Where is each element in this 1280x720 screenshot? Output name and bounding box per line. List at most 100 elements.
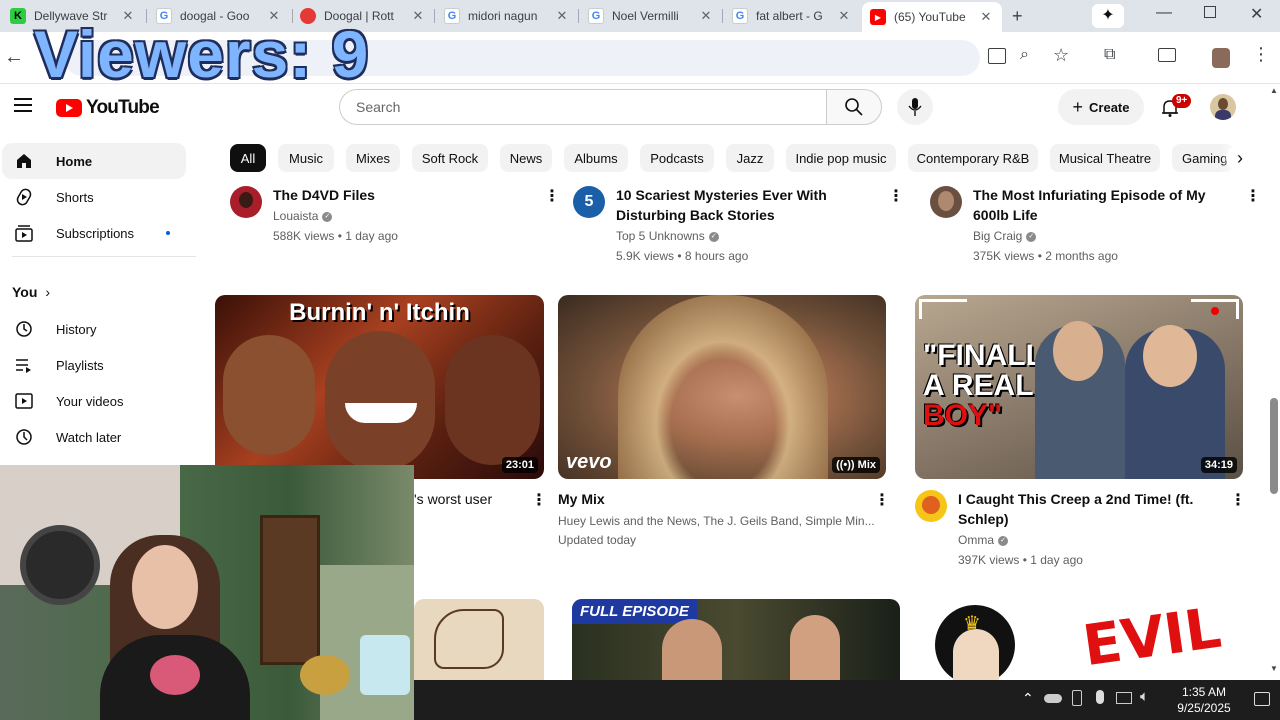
youtube-play-icon xyxy=(56,99,82,117)
gemini-icon[interactable]: ✦ xyxy=(1092,4,1124,28)
scroll-down-icon[interactable]: ▼ xyxy=(1270,664,1278,673)
chip-indie-pop-music[interactable]: Indie pop music xyxy=(786,144,896,172)
show-hidden-icons-chevron-icon[interactable]: ⌃ xyxy=(1022,690,1034,707)
viewer-count-overlay: Viewers: 9 xyxy=(34,17,370,91)
search-button[interactable] xyxy=(826,89,882,125)
rec-frame-corner xyxy=(919,299,967,319)
device-icon[interactable] xyxy=(1072,690,1082,706)
chip-soft-rock[interactable]: Soft Rock xyxy=(412,144,488,172)
microphone-tray-icon[interactable] xyxy=(1096,690,1104,704)
sidebar-you-heading[interactable]: You › xyxy=(12,284,50,300)
chip-musical-theatre[interactable]: Musical Theatre xyxy=(1050,144,1160,172)
volume-icon[interactable]: 🔈︎ xyxy=(1140,688,1149,705)
channel-avatar[interactable] xyxy=(915,490,947,522)
close-tab-icon[interactable]: ✕ xyxy=(836,8,852,24)
tab-favicon-icon: K xyxy=(10,8,26,24)
network-icon[interactable] xyxy=(1116,692,1132,704)
youtube-logo[interactable]: YouTube xyxy=(56,97,160,119)
more-options-icon[interactable]: ⋮ xyxy=(888,186,904,206)
hamburger-menu-icon[interactable] xyxy=(14,98,32,112)
channel-avatar[interactable] xyxy=(930,186,962,218)
chip-news[interactable]: News xyxy=(500,144,552,172)
notification-center-icon[interactable] xyxy=(1254,692,1270,706)
close-tab-icon[interactable]: ✕ xyxy=(698,8,714,24)
browser-menu-icon[interactable]: ⋮ xyxy=(1252,44,1270,65)
close-window-icon[interactable]: ✕ xyxy=(1250,4,1263,24)
channel-name[interactable]: Big Craig ✓ xyxy=(973,226,1037,246)
channel-name[interactable]: Top 5 Unknowns ✓ xyxy=(616,226,719,246)
extensions-icon[interactable]: ⧉ xyxy=(1104,46,1115,64)
sidebar-item-your-videos[interactable]: Your videos xyxy=(2,383,186,419)
bookmark-star-icon[interactable]: ☆ xyxy=(1053,45,1069,66)
search-icon xyxy=(845,98,863,116)
close-tab-icon[interactable]: ✕ xyxy=(554,8,570,24)
verified-check-icon: ✓ xyxy=(708,231,719,242)
chip-mixes[interactable]: Mixes xyxy=(346,144,400,172)
webcam-door xyxy=(260,515,320,665)
sidebar-item-home[interactable]: Home xyxy=(2,143,186,179)
onedrive-cloud-icon[interactable] xyxy=(1044,694,1062,703)
browser-tab-youtube-active[interactable]: ▶ (65) YouTube ✕ xyxy=(862,2,1002,32)
profile-avatar[interactable] xyxy=(1212,48,1230,68)
microphone-pop-filter xyxy=(20,525,100,605)
your-videos-icon xyxy=(14,392,34,410)
browser-tab-4[interactable]: G midori nagun ✕ xyxy=(436,3,578,29)
mix-thumbnail[interactable]: vevo ((•)) Mix xyxy=(558,295,886,479)
side-panel-icon[interactable] xyxy=(1158,48,1176,62)
video-title[interactable]: The Most Infuriating Episode of My 600lb… xyxy=(973,185,1235,225)
browser-tab-6[interactable]: G fat albert - G ✕ xyxy=(724,3,860,29)
scroll-up-icon[interactable]: ▲ xyxy=(1270,86,1278,95)
sidebar-item-history[interactable]: History xyxy=(2,311,186,347)
restore-window-icon[interactable] xyxy=(1204,6,1216,18)
system-clock[interactable]: 1:35 AM 9/25/2025 xyxy=(1162,684,1246,716)
video-thumbnail[interactable]: Burnin' n' Itchin 23:01 xyxy=(215,295,544,479)
channel-avatar[interactable]: 5 xyxy=(573,186,605,218)
more-options-icon[interactable]: ⋮ xyxy=(874,490,890,510)
video-title[interactable]: 's worst user xyxy=(414,489,524,509)
channel-avatar[interactable] xyxy=(230,186,262,218)
chip-all[interactable]: All xyxy=(230,144,266,172)
chips-next-chevron-icon[interactable]: › xyxy=(1226,144,1254,172)
page-scrollbar[interactable]: ▲ ▼ xyxy=(1268,84,1280,680)
scrollbar-thumb[interactable] xyxy=(1270,398,1278,494)
chip-jazz[interactable]: Jazz xyxy=(726,144,774,172)
sidebar-item-playlists[interactable]: Playlists xyxy=(2,347,186,383)
more-options-icon[interactable]: ⋮ xyxy=(1245,186,1261,206)
new-tab-button[interactable]: + xyxy=(1012,6,1023,27)
video-thumbnail[interactable] xyxy=(414,599,544,680)
mix-title[interactable]: My Mix xyxy=(558,489,858,509)
create-button[interactable]: + Create xyxy=(1058,89,1144,125)
clock-date: 9/25/2025 xyxy=(1177,701,1231,715)
video-title[interactable]: 10 Scariest Mysteries Ever With Disturbi… xyxy=(616,185,878,225)
sidebar-item-shorts[interactable]: Shorts xyxy=(2,179,186,215)
video-thumbnail[interactable]: "FINALLY A REAL BOY" 34:19 xyxy=(915,295,1243,479)
channel-name[interactable]: Omma ✓ xyxy=(958,530,1008,550)
browser-tab-5[interactable]: G Noel Vermilli ✕ xyxy=(580,3,722,29)
google-favicon-icon: G xyxy=(588,8,604,24)
more-options-icon[interactable]: ⋮ xyxy=(1230,490,1246,510)
sidebar-item-subscriptions[interactable]: Subscriptions xyxy=(2,215,186,251)
zoom-icon[interactable]: ⌕ xyxy=(1020,46,1029,64)
video-title[interactable]: The D4VD Files xyxy=(273,185,533,205)
voice-search-button[interactable] xyxy=(897,89,933,125)
back-arrow-icon[interactable]: ← xyxy=(4,46,24,69)
crown-icon: ♛ xyxy=(963,613,981,635)
microphone-icon xyxy=(908,98,922,116)
chip-contemporary-rnb[interactable]: Contemporary R&B xyxy=(908,144,1038,172)
video-thumbnail[interactable]: FULL EPISODE xyxy=(572,599,900,680)
sidebar-item-watch-later[interactable]: Watch later xyxy=(2,419,186,455)
install-app-icon[interactable] xyxy=(988,48,1006,64)
chip-music[interactable]: Music xyxy=(278,144,334,172)
close-tab-icon[interactable]: ✕ xyxy=(410,8,426,24)
video-title[interactable]: I Caught This Creep a 2nd Time! (ft. Sch… xyxy=(958,489,1220,529)
channel-name[interactable]: Louaista ✓ xyxy=(273,206,333,226)
video-thumbnail[interactable]: ♛ EVIL xyxy=(915,599,1243,680)
chip-podcasts[interactable]: Podcasts xyxy=(640,144,714,172)
more-options-icon[interactable]: ⋮ xyxy=(544,186,560,206)
minimize-window-icon[interactable]: — xyxy=(1156,4,1172,22)
chip-albums[interactable]: Albums xyxy=(564,144,628,172)
account-avatar[interactable] xyxy=(1210,94,1236,120)
close-tab-icon[interactable]: ✕ xyxy=(978,9,994,25)
more-options-icon[interactable]: ⋮ xyxy=(531,490,547,510)
search-input[interactable]: Search xyxy=(339,89,827,125)
